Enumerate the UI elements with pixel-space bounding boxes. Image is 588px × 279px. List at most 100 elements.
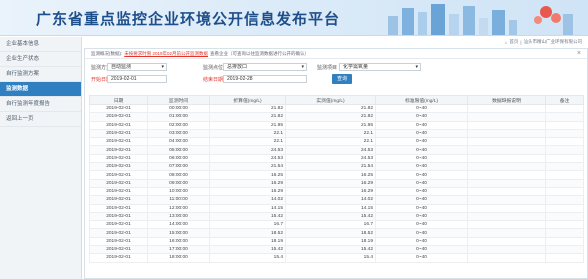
cell-remark (545, 137, 584, 147)
col-header-converted: 折算值(mg/L) (209, 95, 286, 105)
cell-time: 14:00:00 (147, 220, 210, 230)
cell-time: 10:00:00 (147, 186, 210, 197)
breadcrumb-separator: | (520, 39, 522, 45)
sidebar-item-annual-report[interactable]: 自行监测年度报告 (0, 97, 81, 112)
breadcrumb-home[interactable]: 首页 (509, 39, 518, 45)
cell-time: 15:00:00 (147, 228, 210, 238)
cell-converted: 21.54 (209, 162, 286, 172)
cell-time: 01:00:00 (147, 112, 210, 122)
overdue-warning-link[interactable]: 未按要求时限 2019年02月前公开监测数据 (124, 51, 208, 57)
cell-date: 2019-02-01 (89, 211, 148, 222)
cell-limit: 0~40 (375, 220, 468, 230)
query-button[interactable]: 查询 (332, 74, 352, 84)
cell-limit: 0~40 (375, 162, 468, 172)
start-date-input[interactable]: 2019-02-01 (107, 75, 167, 83)
cell-limit: 0~40 (375, 103, 468, 114)
method-select-value: 自动监测 (111, 64, 132, 70)
table-row: 2019-02-01 12:00:00 14.15 14.15 0~40 (89, 203, 584, 213)
cell-date: 2019-02-01 (89, 203, 148, 213)
item-select[interactable]: 化学需氧量 ▾ (339, 63, 421, 71)
cell-date: 2019-02-01 (89, 145, 148, 155)
cell-converted: 21.95 (209, 120, 286, 130)
sidebar-item-production-status[interactable]: 企业生产状态 (0, 52, 81, 67)
cell-missing-note (467, 186, 546, 197)
table-row: 2019-02-01 01:00:00 21.82 21.82 0~40 (89, 112, 584, 122)
sidebar-item-monitoring-data[interactable]: 监测数据 (0, 82, 81, 97)
table-row: 2019-02-01 18:00:00 15.4 15.4 0~40 (89, 253, 584, 263)
sidebar-item-company-info[interactable]: 企业基本信息 (0, 37, 81, 52)
col-header-limit: 标准限值(mg/L) (375, 95, 468, 105)
cell-limit: 0~40 (375, 195, 468, 205)
panel-header: 监测概况(数据): 未按要求时限 2019年02月前公开监测数据 查看企业（可查… (85, 49, 587, 59)
cell-time: 04:00:00 (147, 137, 210, 147)
cell-limit: 0~40 (375, 236, 468, 247)
cell-remark (545, 145, 584, 155)
cell-limit: 0~40 (375, 203, 468, 213)
cell-limit: 0~40 (375, 253, 468, 263)
breadcrumb-company[interactable]: 汕头市精山广业环保有限公司 (524, 39, 583, 45)
cell-remark (545, 211, 584, 222)
table-row: 2019-02-01 03:00:00 22.1 22.1 0~40 (89, 128, 584, 139)
cell-time: 02:00:00 (147, 120, 210, 130)
chevron-down-icon: ▾ (161, 64, 164, 70)
data-panel: 监测概况(数据): 未按要求时限 2019年02月前公开监测数据 查看企业（可查… (84, 48, 588, 279)
end-date-input[interactable]: 2019-02-28 (223, 75, 307, 83)
sidebar-item-back[interactable]: 返回上一页 (0, 112, 81, 127)
col-header-time: 监测时间 (147, 95, 210, 105)
table-header-row: 日期 监测时间 折算值(mg/L) 实测值(mg/L) 标准限值(mg/L) 数… (89, 95, 584, 105)
item-label: 监测项目 (317, 65, 338, 71)
chevron-down-icon: ▾ (415, 64, 418, 70)
table-row: 2019-02-01 07:00:00 21.54 21.54 0~40 (89, 162, 584, 172)
cell-date: 2019-02-01 (89, 178, 148, 188)
cell-measured: 14.02 (285, 195, 376, 205)
cell-measured: 22.1 (285, 128, 376, 139)
sidebar-item-monitoring-plan[interactable]: 自行监测方案 (0, 67, 81, 82)
cell-remark (545, 103, 584, 114)
cell-limit: 0~40 (375, 170, 468, 180)
cell-missing-note (467, 203, 546, 213)
cell-time: 13:00:00 (147, 211, 210, 222)
cell-remark (545, 186, 584, 197)
cell-converted: 15.4 (209, 253, 286, 263)
cell-measured: 24.53 (285, 153, 376, 164)
cell-limit: 0~40 (375, 137, 468, 147)
cell-measured: 21.82 (285, 103, 376, 114)
panel-prefix: 监测概况(数据): (91, 50, 123, 56)
cell-limit: 0~40 (375, 112, 468, 122)
cell-limit: 0~40 (375, 245, 468, 255)
monitoring-data-table: 日期 监测时间 折算值(mg/L) 实测值(mg/L) 标准限值(mg/L) 数… (89, 95, 584, 263)
cell-converted: 18.52 (209, 228, 286, 238)
sidebar-nav: 企业基本信息 企业生产状态 自行监测方案 监测数据 自行监测年度报告 返回上一页 (0, 37, 82, 279)
cell-remark (545, 220, 584, 230)
cell-measured: 15.4 (285, 253, 376, 263)
cell-converted: 16.7 (209, 220, 286, 230)
cell-date: 2019-02-01 (89, 253, 148, 263)
cell-time: 03:00:00 (147, 128, 210, 139)
cell-time: 11:00:00 (147, 195, 210, 205)
method-select[interactable]: 自动监测 ▾ (107, 63, 167, 71)
table-row: 2019-02-01 06:00:00 24.53 24.53 0~40 (89, 153, 584, 164)
cell-converted: 16.25 (209, 170, 286, 180)
table-row: 2019-02-01 02:00:00 21.95 21.95 0~40 (89, 120, 584, 130)
cell-limit: 0~40 (375, 153, 468, 164)
col-header-measured: 实测值(mg/L) (285, 95, 376, 105)
table-row: 2019-02-01 16:00:00 18.19 18.19 0~40 (89, 236, 584, 247)
start-date-value: 2019-02-01 (111, 76, 137, 82)
cell-remark (545, 162, 584, 172)
close-icon[interactable]: × (577, 50, 581, 57)
cell-missing-note (467, 195, 546, 205)
cell-missing-note (467, 228, 546, 238)
col-header-date: 日期 (89, 95, 148, 105)
col-header-remark: 备注 (545, 95, 584, 105)
cell-date: 2019-02-01 (89, 112, 148, 122)
cell-date: 2019-02-01 (89, 137, 148, 147)
cell-remark (545, 120, 584, 130)
cell-remark (545, 112, 584, 122)
point-select[interactable]: 总排放口 ▾ (223, 63, 307, 71)
cell-time: 05:00:00 (147, 145, 210, 155)
cell-measured: 15.42 (285, 245, 376, 255)
cell-measured: 16.29 (285, 178, 376, 188)
header-banner: 广东省重点监控企业环境公开信息发布平台 (0, 0, 588, 36)
cell-time: 12:00:00 (147, 203, 210, 213)
cell-measured: 18.52 (285, 228, 376, 238)
